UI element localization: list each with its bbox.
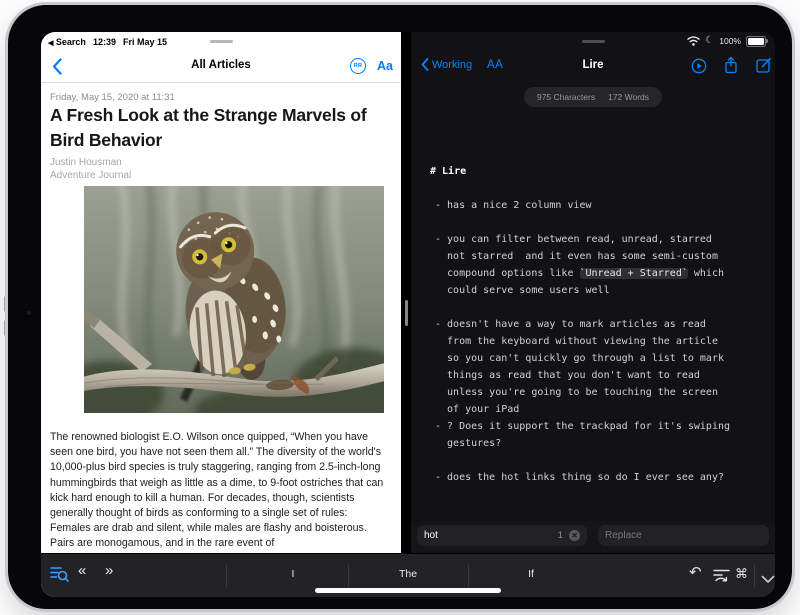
return-to-app[interactable]: ◀ Search: [48, 37, 86, 47]
accessory-divider: [226, 564, 227, 588]
editor-line: not starred and it even has some semi-cu…: [430, 248, 771, 265]
editor-line: [430, 503, 771, 520]
editor-line: compound options like `Unread + Starred`…: [430, 265, 771, 282]
editor-line: unless you're going to be touching the s…: [430, 384, 771, 401]
find-replace-bar: 1 ✕: [411, 522, 775, 553]
battery-icon: [746, 36, 766, 47]
editor-line: [430, 486, 771, 503]
chevron-down-icon: [761, 575, 775, 584]
editor-line: # Lire: [430, 163, 771, 180]
article-author: Justin Housman: [50, 157, 122, 168]
accessory-divider: [468, 564, 469, 588]
editor-line: [430, 299, 771, 316]
editor-line: - has a nice 2 column view: [430, 197, 771, 214]
editor-nav-bar: Working AA Lire: [411, 50, 775, 82]
find-field[interactable]: 1 ✕: [417, 525, 587, 546]
ipad-screen: ◀ Search 12:39 Fri May 15 All Articles R…: [41, 32, 775, 597]
next-match-button[interactable]: »: [105, 562, 113, 579]
find-in-document-button[interactable]: [50, 565, 69, 588]
clear-search-icon[interactable]: ✕: [569, 530, 580, 541]
reader-app-pane: ◀ Search 12:39 Fri May 15 All Articles R…: [41, 32, 401, 597]
status-time: 12:39: [93, 37, 116, 47]
compose-icon: [756, 57, 772, 73]
share-button[interactable]: [724, 56, 738, 79]
battery-percent: 100%: [719, 36, 741, 46]
status-bar-left: ◀ Search 12:39 Fri May 15: [48, 37, 167, 47]
article-title: A Fresh Look at the Strange Marvels of B…: [50, 103, 400, 153]
suggestion-item[interactable]: I: [292, 568, 295, 580]
find-in-document-icon: [50, 565, 69, 583]
previous-match-button[interactable]: «: [78, 562, 86, 579]
reader-nav-bar: All Articles RR Aa: [41, 50, 401, 83]
article-photo-owl: [84, 186, 384, 413]
editor-line: - does the hot links thing so do I ever …: [430, 469, 771, 486]
status-bar-right: ☾ 100%: [687, 36, 766, 47]
article-source: Adventure Journal: [50, 170, 131, 181]
text-size-button[interactable]: Aa: [377, 59, 393, 73]
markdown-editor[interactable]: # Lire - has a nice 2 column view - you ca…: [430, 112, 771, 571]
editor-line: from the keyboard without viewing the ar…: [430, 333, 771, 350]
wifi-icon: [687, 36, 700, 46]
reader-mode-button[interactable]: RR: [350, 58, 366, 74]
window-drag-handle-left[interactable]: [210, 40, 233, 43]
preview-play-button[interactable]: [691, 58, 707, 79]
editor-line: - doesn't have a way to mark articles as…: [430, 316, 771, 333]
word-count: 172 Words: [608, 92, 649, 102]
photo-backdrop: ◀ Search 12:39 Fri May 15 All Articles R…: [0, 0, 800, 615]
editor-line: - ? Does it support the trackpad for it'…: [430, 418, 771, 435]
editor-line: [430, 452, 771, 469]
undo-button[interactable]: ↶: [689, 563, 702, 581]
do-not-disturb-moon-icon: ☾: [705, 36, 714, 46]
suggestion-item[interactable]: If: [528, 568, 534, 580]
editor-line: could serve some users well: [430, 282, 771, 299]
match-count: 1: [558, 530, 563, 541]
compose-button[interactable]: [756, 57, 772, 78]
document-title: Lire: [411, 59, 775, 71]
share-icon: [724, 56, 738, 74]
keyboard-shortcuts-button[interactable]: ⌘: [735, 566, 748, 582]
accessory-divider: [754, 564, 755, 588]
editor-line: gestures?: [430, 435, 771, 452]
find-replace-icon: [713, 568, 730, 582]
status-date: Fri May 15: [123, 37, 167, 47]
home-indicator[interactable]: [315, 588, 501, 593]
find-replace-toggle-button[interactable]: [713, 568, 730, 587]
ipad-device: ◀ Search 12:39 Fri May 15 All Articles R…: [8, 5, 792, 609]
find-input[interactable]: [424, 530, 558, 541]
editor-line: [430, 214, 771, 231]
replace-input[interactable]: [605, 530, 762, 541]
return-triangle-icon: ◀: [48, 40, 53, 47]
editor-line: [430, 180, 771, 197]
suggestion-item[interactable]: The: [399, 568, 417, 580]
replace-field[interactable]: [598, 525, 769, 546]
editor-line: - you can filter between read, unread, s…: [430, 231, 771, 248]
article-date: Friday, May 15, 2020 at 11:31: [50, 92, 175, 103]
article-body: The renowned biologist E.O. Wilson once …: [50, 430, 389, 552]
editor-line: things as read that you don't want to re…: [430, 367, 771, 384]
play-circle-icon: [691, 58, 707, 74]
editor-line: so you can't quickly go through a list t…: [430, 350, 771, 367]
window-drag-handle-right[interactable]: [582, 40, 605, 43]
stats-pill[interactable]: 975 Characters 172 Words: [524, 87, 662, 107]
split-view-resize-handle[interactable]: [405, 300, 408, 326]
front-camera: [27, 311, 31, 315]
dismiss-keyboard-button[interactable]: [761, 571, 775, 589]
page-title: All Articles: [41, 59, 401, 71]
editor-line: of your iPad: [430, 401, 771, 418]
accessory-divider: [348, 564, 349, 588]
editor-app-pane: ☾ 100% Working AA Lire: [411, 32, 775, 597]
character-count: 975 Characters: [537, 92, 595, 102]
